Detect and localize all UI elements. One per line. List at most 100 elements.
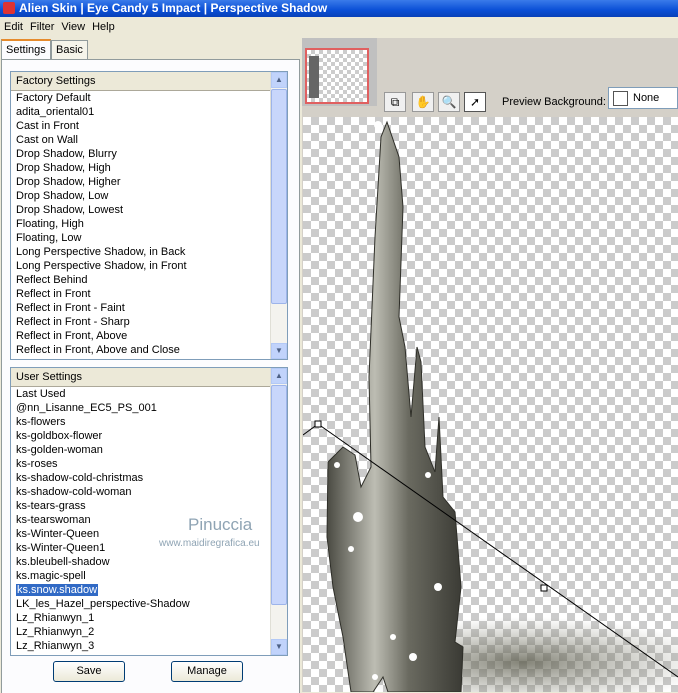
scroll-up-icon[interactable]: ▲ — [271, 72, 287, 88]
factory-settings-item-label: Long Perspective Shadow, in Front — [16, 260, 187, 272]
user-settings-item[interactable]: ks.bleubell-shadow — [11, 555, 271, 569]
user-settings-item[interactable]: Lz_Rhianwyn_1 — [11, 611, 271, 625]
factory-scrollbar[interactable]: ▲ ▼ — [270, 72, 287, 359]
scroll-down-icon[interactable]: ▼ — [271, 343, 287, 359]
shadow-control-handle[interactable] — [314, 420, 322, 428]
factory-settings-item[interactable]: Drop Shadow, Lowest — [11, 203, 271, 217]
factory-settings-item[interactable]: Drop Shadow, High — [11, 161, 271, 175]
factory-settings-item-label: Factory Default — [16, 92, 91, 104]
factory-settings-item-label: Reflect in Front — [16, 288, 91, 300]
user-settings-item[interactable]: Lz_Rhianwyn_3 — [11, 639, 271, 653]
arrow-icon[interactable]: ➚ — [464, 92, 486, 112]
menu-view[interactable]: View — [58, 17, 88, 37]
factory-settings-item-label: Reflect in Front, Above — [16, 330, 128, 342]
user-settings-item[interactable]: ks-golden-woman — [11, 443, 271, 457]
factory-settings-item-label: Reflect in Front, Above and Close — [16, 344, 180, 356]
zoom-icon[interactable]: 🔍 — [438, 92, 460, 112]
user-settings-item[interactable]: ks-roses — [11, 457, 271, 471]
factory-settings-item[interactable]: Reflect in Front - Faint — [11, 301, 271, 315]
background-swatch — [613, 91, 628, 106]
factory-settings-item[interactable]: Long Perspective Shadow, in Back — [11, 245, 271, 259]
user-settings-list[interactable]: User Settings Last Used @nn_Lisanne_EC5_P… — [10, 367, 288, 656]
app-icon — [3, 2, 15, 14]
factory-settings-item[interactable]: Reflect in Front, Above — [11, 329, 271, 343]
zoom-preview-icon[interactable]: ⧉ — [384, 92, 406, 112]
factory-settings-item-label: Drop Shadow, Higher — [16, 176, 121, 188]
user-settings-item[interactable]: LK_les_Hazel_perspective-Shadow — [11, 597, 271, 611]
factory-settings-item[interactable]: Floating, Low — [11, 231, 271, 245]
user-settings-item[interactable]: ks-tears-grass — [11, 499, 271, 513]
menu-edit[interactable]: Edit — [1, 17, 26, 37]
factory-settings-item-label: Reflect in Front - Faint — [16, 302, 125, 314]
factory-settings-item[interactable]: adita_oriental01 — [11, 105, 271, 119]
hand-icon[interactable]: ✋ — [412, 92, 434, 112]
user-settings-item[interactable]: @nn_Lisanne_EC5_PS_001 — [11, 401, 271, 415]
factory-settings-item[interactable]: Drop Shadow, Blurry — [11, 147, 271, 161]
user-settings-item[interactable]: ks-shadow-cold-christmas — [11, 471, 271, 485]
factory-settings-item-label: Drop Shadow, Blurry — [16, 148, 117, 160]
save-button[interactable]: Save — [53, 661, 125, 682]
factory-settings-item[interactable]: Cast in Front — [11, 119, 271, 133]
scroll-thumb[interactable] — [271, 385, 287, 605]
menu-help[interactable]: Help — [89, 17, 118, 37]
factory-settings-item[interactable]: Reflect in Front — [11, 287, 271, 301]
tab-settings[interactable]: Settings — [1, 39, 51, 61]
factory-settings-item-label: Reflect in Front - Sharp — [16, 316, 130, 328]
factory-settings-item[interactable]: Factory Default — [11, 91, 271, 105]
user-settings-item[interactable]: ks.magic-spell — [11, 569, 271, 583]
user-settings-item[interactable]: Last Used — [11, 387, 271, 401]
user-settings-item[interactable]: ks.snow.shadow — [11, 583, 271, 597]
user-settings-item-label: Lz_Rhianwyn_1 — [16, 612, 95, 624]
user-settings-item-label: ks.magic-spell — [16, 570, 86, 582]
preview-canvas[interactable] — [303, 117, 678, 692]
factory-settings-item[interactable]: Drop Shadow, Higher — [11, 175, 271, 189]
user-scrollbar[interactable]: ▲ ▼ — [270, 368, 287, 655]
menu-filter[interactable]: Filter — [27, 17, 57, 37]
user-settings-item-label: LK_les_Hazel_perspective-Shadow — [16, 598, 190, 610]
factory-settings-items: Factory Default adita_oriental01 Cast in F… — [11, 91, 271, 357]
factory-settings-item-label: Cast in Front — [16, 120, 79, 132]
factory-settings-list[interactable]: Factory Settings Factory Default adita_or… — [10, 71, 288, 360]
user-settings-item[interactable]: ks-flowers — [11, 415, 271, 429]
user-settings-item-label: ks-roses — [16, 458, 58, 470]
factory-settings-header: Factory Settings — [11, 72, 287, 91]
user-settings-item-label: ks-Winter-Queen — [16, 528, 100, 540]
user-settings-item-label: ks-Winter-Queen1 — [16, 542, 106, 554]
user-settings-item-label: Lz_Rhianwyn_3 — [16, 640, 95, 652]
factory-settings-item[interactable]: Drop Shadow, Low — [11, 189, 271, 203]
preview-background-label: Preview Background: — [502, 96, 606, 108]
watermark-site: www.maidiregrafica.eu — [159, 538, 260, 549]
preview-image — [303, 120, 678, 692]
factory-settings-item-label: Drop Shadow, Low — [16, 190, 109, 202]
manage-button[interactable]: Manage — [171, 661, 243, 682]
user-settings-item-label: ks-tears-grass — [16, 500, 86, 512]
scroll-down-icon[interactable]: ▼ — [271, 639, 287, 655]
factory-settings-item[interactable]: Long Perspective Shadow, in Front — [11, 259, 271, 273]
scroll-up-icon[interactable]: ▲ — [271, 368, 287, 384]
scroll-thumb[interactable] — [271, 89, 287, 304]
user-settings-item-label: ks-shadow-cold-woman — [16, 486, 132, 498]
navigator-thumbnail[interactable] — [302, 38, 377, 106]
window-title: Alien Skin | Eye Candy 5 Impact | Perspe… — [19, 1, 328, 15]
user-settings-item[interactable]: Lz_Rhianwyn_2 — [11, 625, 271, 639]
user-settings-item-label: ks-golden-woman — [16, 444, 103, 456]
factory-settings-item[interactable]: Reflect in Front - Sharp — [11, 315, 271, 329]
user-settings-item-label: ks.snow.shadow — [14, 583, 100, 597]
factory-settings-item[interactable]: Reflect in Front, Above and Close — [11, 343, 271, 357]
preview-background-select[interactable]: None — [608, 87, 678, 109]
factory-settings-item-label: Reflect Behind — [16, 274, 88, 286]
factory-settings-item-label: Long Perspective Shadow, in Back — [16, 246, 186, 258]
user-settings-header: User Settings — [11, 368, 287, 387]
shadow-control-handle[interactable] — [540, 584, 548, 592]
factory-settings-item[interactable]: Floating, High — [11, 217, 271, 231]
factory-settings-item-label: Floating, Low — [16, 232, 82, 244]
factory-settings-item[interactable]: Cast on Wall — [11, 133, 271, 147]
user-settings-item[interactable]: ks-goldbox-flower — [11, 429, 271, 443]
user-settings-item-label: ks.bleubell-shadow — [16, 556, 110, 568]
menu-bar: Edit Filter View Help — [0, 17, 678, 37]
factory-settings-item-label: Floating, High — [16, 218, 84, 230]
factory-settings-item[interactable]: Reflect Behind — [11, 273, 271, 287]
tab-basic[interactable]: Basic — [51, 40, 88, 59]
user-settings-item[interactable]: ks-shadow-cold-woman — [11, 485, 271, 499]
thumbnail-viewport[interactable] — [305, 48, 369, 104]
